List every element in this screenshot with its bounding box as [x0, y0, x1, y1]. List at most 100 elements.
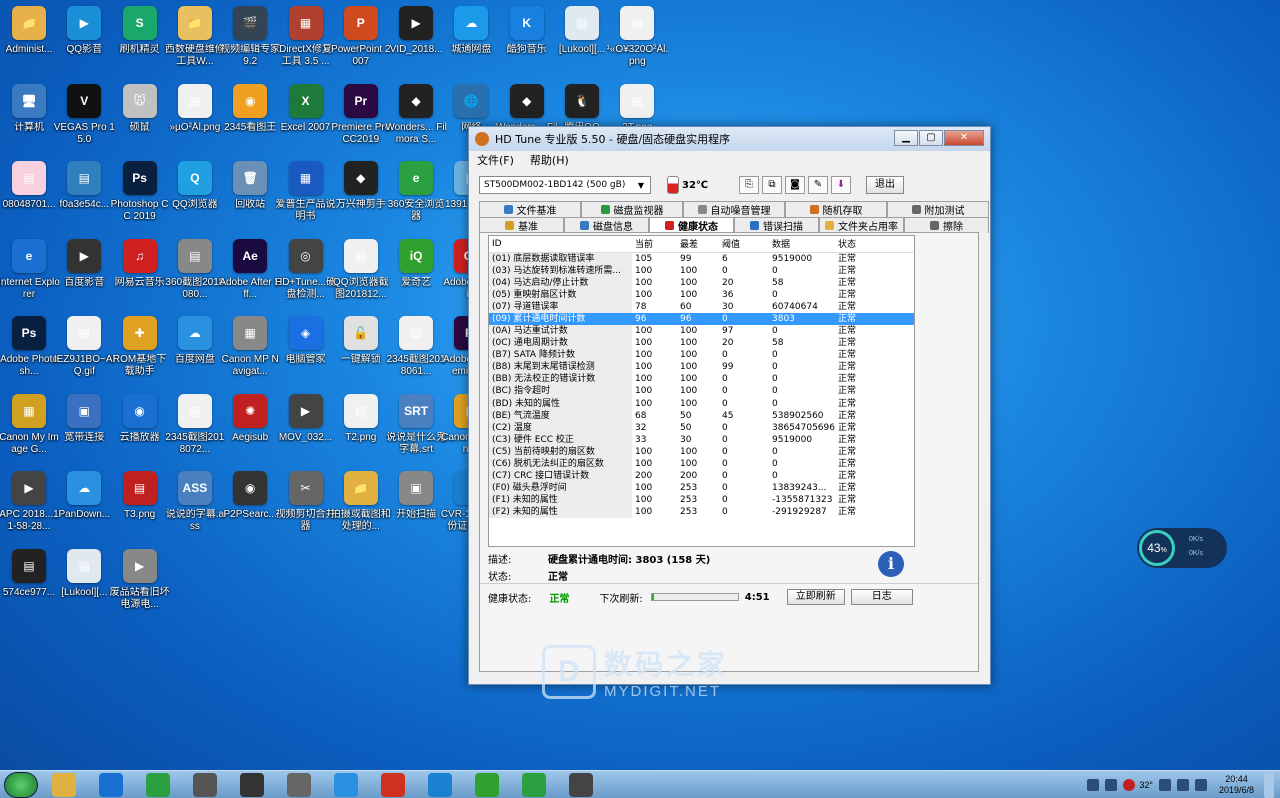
desktop-icon[interactable]: ✂ 视频剪切合并器 [276, 467, 336, 543]
desktop-icon[interactable]: 📁 西数硬盘维修工具W... [165, 2, 225, 78]
tab-tabs_bottom-1[interactable]: 磁盘信息 [564, 217, 649, 233]
desktop-icon[interactable]: ▦ Canon MP Navigat... [221, 312, 279, 388]
tab-tabs_top-0[interactable]: 文件基准 [479, 201, 581, 217]
exit-button[interactable]: 退出 [866, 176, 904, 194]
table-row[interactable]: (03) 马达旋转到标准转速所需... 100 100 0 0 正常 [489, 264, 914, 277]
desktop-icon[interactable]: Pr Premiere Pro CC2019 [331, 80, 390, 156]
table-row[interactable]: (C7) CRC 接口错误计数 200 200 0 0 正常 [489, 470, 914, 483]
show-desktop-button[interactable] [1264, 772, 1274, 798]
desktop-icon[interactable]: ▤ [Lukool][... [553, 2, 611, 78]
desktop-icon[interactable]: ◆ Wonders... Filmora S... [385, 80, 447, 156]
table-row[interactable]: (09) 累计通电时间计数 96 96 0 3803 正常 [489, 312, 914, 325]
desktop-icon[interactable]: Ae Adobe After Eff... [219, 235, 281, 311]
chevron-down-icon[interactable]: ▼ [634, 178, 648, 192]
desktop-icon[interactable]: P PowerPoint 2007 [331, 2, 391, 78]
tab-tabs_top-2[interactable]: 自动噪音管理 [683, 201, 785, 217]
taskbar-app-button[interactable] [146, 773, 170, 797]
desktop-icon[interactable]: ▤ 574ce977... [0, 545, 58, 621]
tray-network-icon[interactable] [1158, 779, 1171, 791]
desktop-icon[interactable]: 🎬 视频编辑专家 9.2 [220, 2, 280, 78]
table-row[interactable]: (0A) 马达重试计数 100 100 97 0 正常 [489, 324, 914, 338]
menu-help[interactable]: 帮助(H) [530, 152, 569, 168]
col-threshold[interactable]: 阈值 [719, 236, 769, 253]
tab-tabs_bottom-5[interactable]: 擦除 [904, 217, 989, 233]
desktop-icon[interactable]: ▶ MOV_032... [277, 390, 335, 466]
network-speed-widget[interactable]: 43% 0K/s 0K/s [1137, 528, 1227, 568]
desktop-icon[interactable]: ▣ 开始扫描 [387, 467, 445, 543]
close-button[interactable]: ✕ [944, 130, 984, 146]
table-row[interactable]: (F0) 磁头悬浮时间 100 253 0 13839243... 正常 [489, 482, 914, 495]
table-row[interactable]: (F2) 未知的属性 100 253 0 -291929287 正常 [489, 506, 914, 519]
desktop-icon[interactable]: ▤ 360截图2018080... [165, 235, 224, 311]
desktop-icon[interactable]: ▤ T3.png [111, 467, 169, 543]
desktop-icon[interactable]: S 刷机精灵 [111, 2, 169, 78]
desktop-icon[interactable]: ▤ 2345截图2018061... [387, 312, 446, 388]
desktop-icon[interactable]: ▦ DirectX修复工具 3.5 ... [277, 2, 335, 78]
col-worst[interactable]: 最差 [677, 236, 719, 253]
taskbar-app-button[interactable] [475, 773, 499, 797]
desktop-icon[interactable]: ▤ »µÓ²Ål.png [166, 80, 224, 156]
taskbar-app-button[interactable] [381, 773, 405, 797]
desktop-icon[interactable]: 📁 Administ... [0, 2, 58, 78]
taskbar-app-button[interactable] [569, 773, 593, 797]
desktop-icon[interactable]: ▶ 百度影音 [55, 235, 113, 311]
table-row[interactable]: (F1) 未知的属性 100 253 0 -1355871323 正常 [489, 494, 914, 507]
desktop-icon[interactable]: V VEGAS Pro 15.0 [54, 80, 115, 156]
taskbar-app-button[interactable] [287, 773, 311, 797]
desktop-icon[interactable]: ▶ VID_2018... [387, 2, 445, 78]
desktop-icon[interactable]: ☁ 城通网盘 [442, 2, 500, 78]
tab-tabs_top-4[interactable]: 附加测试 [887, 201, 989, 217]
desktop-icon[interactable]: ▤ [Lukool][... [55, 545, 113, 621]
title-bar[interactable]: HD Tune 专业版 5.50 - 硬盘/固态硬盘实用程序 ▁ ▢ ✕ [469, 127, 990, 151]
table-row[interactable]: (BD) 未知的属性 100 100 0 0 正常 [489, 397, 914, 410]
desktop-icon[interactable]: 📁 拍摄或截图和处理的... [331, 467, 391, 543]
desktop-icon[interactable]: ☁ PanDown... [55, 467, 113, 543]
clock[interactable]: 20:44 2019/6/8 [1219, 774, 1254, 796]
taskbar-app-button[interactable] [99, 773, 123, 797]
desktop-icon[interactable]: ▤ IEZ9J1BO~AlQ.gif [54, 312, 115, 388]
desktop-icon[interactable]: Q QQ浏览器 [166, 157, 224, 233]
tab-tabs_bottom-3[interactable]: 错误扫描 [734, 217, 819, 233]
desktop-icon[interactable]: ◎ HD+Tune...硬盘检测... [275, 235, 336, 311]
desktop-icon[interactable]: ▤ 2345截图2018072... [165, 390, 224, 466]
tray-shield-icon[interactable] [1194, 779, 1207, 791]
desktop-icon[interactable]: ☁ 百度网盘 [166, 312, 224, 388]
desktop-icon[interactable]: ▤ 08048701... [0, 157, 58, 233]
copy-info-icon[interactable]: ⎘ [739, 176, 759, 194]
taskbar-app-button[interactable] [240, 773, 264, 797]
desktop-icon[interactable]: e 360安全浏览器 [387, 157, 445, 233]
desktop-icon[interactable]: ♫ 网易云音乐 [111, 235, 169, 311]
desktop-icon[interactable]: ▤ f0a3e54c... [55, 157, 113, 233]
refresh-now-button[interactable]: 立即刷新 [786, 589, 845, 605]
table-row[interactable]: (C3) 硬件 ECC 校正 33 30 0 9519000 正常 [489, 433, 914, 446]
desktop-icon[interactable]: ◉ 2345看图王 [221, 80, 279, 156]
desktop-icon[interactable]: ▤ ¹«Ó¥320Ó²Ål.png [606, 2, 668, 78]
table-row[interactable]: (01) 底层数据读取错误率 105 99 6 9519000 正常 [489, 252, 914, 265]
desktop-icon[interactable]: ▤ QQ浏览器截图201812... [332, 235, 390, 311]
tab-tabs_top-1[interactable]: 磁盘监视器 [581, 201, 683, 217]
tab-tabs_top-3[interactable]: 随机存取 [785, 201, 887, 217]
desktop-icon[interactable]: ▦ 爱普生产品说明书 [276, 157, 336, 233]
desktop-icon[interactable]: ◉ P2PSearc... [221, 467, 279, 543]
desktop-icon[interactable]: SRT 说说是什么鬼字幕.srt [386, 390, 446, 466]
desktop-icon[interactable]: X Excel 2007 [277, 80, 335, 156]
table-row[interactable]: (0C) 通电周期计数 100 100 20 58 正常 [489, 337, 914, 350]
desktop-icon[interactable]: ◆ 万兴神剪手 [332, 157, 390, 233]
hdtune-window[interactable]: HD Tune 专业版 5.50 - 硬盘/固态硬盘实用程序 ▁ ▢ ✕ 文件(… [468, 126, 991, 685]
drive-select[interactable]: ST500DM002-1BD142 (500 gB) ▼ [479, 176, 651, 194]
table-row[interactable]: (B8) 末尾到末尾错误检测 100 100 99 0 正常 [489, 361, 914, 374]
desktop-icon[interactable]: e Internet Explorer [0, 235, 60, 311]
tray-security-icon[interactable] [1105, 779, 1118, 791]
desktop-icon[interactable]: 🐭 硕鼠 [111, 80, 169, 156]
desktop-icon[interactable]: Ps Adobe Photosh... [0, 312, 58, 388]
desktop-icon[interactable]: ▶ 废品站看旧坏电源电... [110, 545, 170, 621]
desktop-icon[interactable]: ◉ 云播放器 [111, 390, 169, 466]
desktop-icon[interactable]: ▣ 宽带连接 [55, 390, 113, 466]
tray-arrow-icon[interactable] [1087, 779, 1100, 791]
start-button[interactable] [4, 772, 38, 798]
desktop-icon[interactable]: iQ 爱奇艺 [387, 235, 445, 311]
minimize-button[interactable]: ▁ [894, 130, 918, 146]
tab-tabs_bottom-4[interactable]: 文件夹占用率 [819, 217, 904, 233]
col-current[interactable]: 当前 [632, 236, 677, 253]
desktop-icon[interactable]: ▤ T2.png [332, 390, 390, 466]
